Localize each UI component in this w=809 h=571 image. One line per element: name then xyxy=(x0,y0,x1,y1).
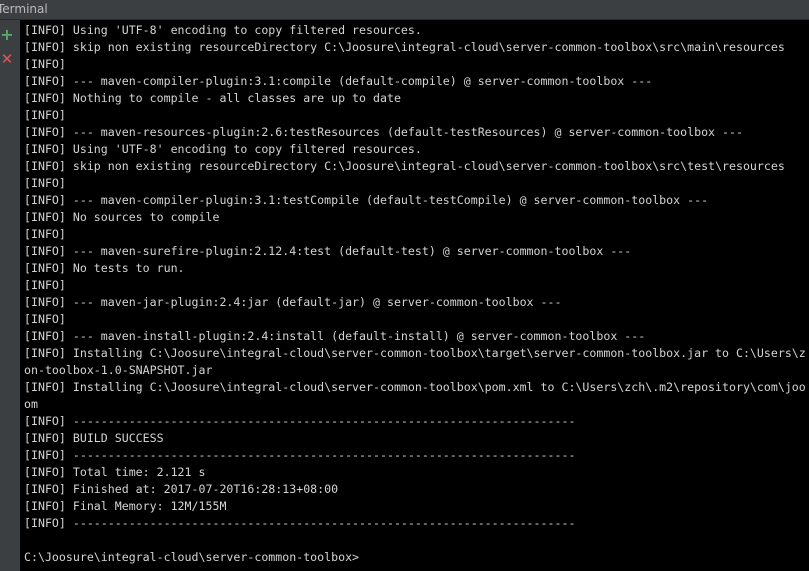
terminal-line: [INFO] Nothing to compile - all classes … xyxy=(24,91,401,105)
terminal-line: [INFO] --- maven-install-plugin:2.4:inst… xyxy=(24,329,646,343)
terminal-toolbar: + ✕ xyxy=(0,20,14,571)
terminal-line: [INFO] xyxy=(24,278,66,292)
terminal-line: [INFO] xyxy=(24,227,66,241)
terminal-line: [INFO] --- maven-compiler-plugin:3.1:com… xyxy=(24,74,653,88)
terminal-line: [INFO] Final Memory: 12M/155M xyxy=(24,499,227,513)
terminal-line: [INFO] No sources to compile xyxy=(24,210,220,224)
terminal-line: [INFO] BUILD SUCCESS xyxy=(24,431,164,445)
terminal-line: [INFO] ---------------------------------… xyxy=(24,516,576,530)
terminal-line: [INFO] Total time: 2.121 s xyxy=(24,465,206,479)
terminal-line: [INFO] Installing C:\Joosure\integral-cl… xyxy=(24,346,806,360)
terminal-line: [INFO] xyxy=(24,108,66,122)
terminal-line: [INFO] Installing C:\Joosure\integral-cl… xyxy=(24,380,806,394)
terminal-line: [INFO] Using 'UTF-8' encoding to copy fi… xyxy=(24,23,422,37)
terminal-line: [INFO] --- maven-resources-plugin:2.6:te… xyxy=(24,125,743,139)
terminal-line: [INFO] Using 'UTF-8' encoding to copy fi… xyxy=(24,142,422,156)
terminal-line: [INFO] ---------------------------------… xyxy=(24,414,576,428)
terminal-line: [INFO] --- maven-compiler-plugin:3.1:tes… xyxy=(24,193,709,207)
terminal-line: on-toolbox-1.0-SNAPSHOT.jar xyxy=(24,363,213,377)
terminal-line: [INFO] skip non existing resourceDirecto… xyxy=(24,159,785,173)
terminal-line: [INFO] xyxy=(24,57,66,71)
terminal-lines: [INFO] Using 'UTF-8' encoding to copy fi… xyxy=(24,22,806,566)
terminal-line: [INFO] xyxy=(24,312,66,326)
terminal-line: om xyxy=(24,397,38,411)
terminal-line: [INFO] --- maven-surefire-plugin:2.12.4:… xyxy=(24,244,632,258)
terminal-line: [INFO] xyxy=(24,176,66,190)
add-icon[interactable]: + xyxy=(0,25,14,44)
terminal-output[interactable]: [INFO] Using 'UTF-8' encoding to copy fi… xyxy=(20,20,809,571)
tool-window-header: Terminal xyxy=(0,0,809,20)
terminal-line: [INFO] --- maven-jar-plugin:2.4:jar (def… xyxy=(24,295,562,309)
terminal-line: [INFO] No tests to run. xyxy=(24,261,185,275)
tool-window-title: Terminal xyxy=(0,2,48,16)
terminal-line: [INFO] ---------------------------------… xyxy=(24,448,576,462)
terminal-line: [INFO] Finished at: 2017-07-20T16:28:13+… xyxy=(24,482,339,496)
close-icon[interactable]: ✕ xyxy=(0,50,14,68)
terminal-prompt[interactable]: C:\Joosure\integral-cloud\server-common-… xyxy=(24,549,806,566)
terminal-line: [INFO] skip non existing resourceDirecto… xyxy=(24,40,785,54)
